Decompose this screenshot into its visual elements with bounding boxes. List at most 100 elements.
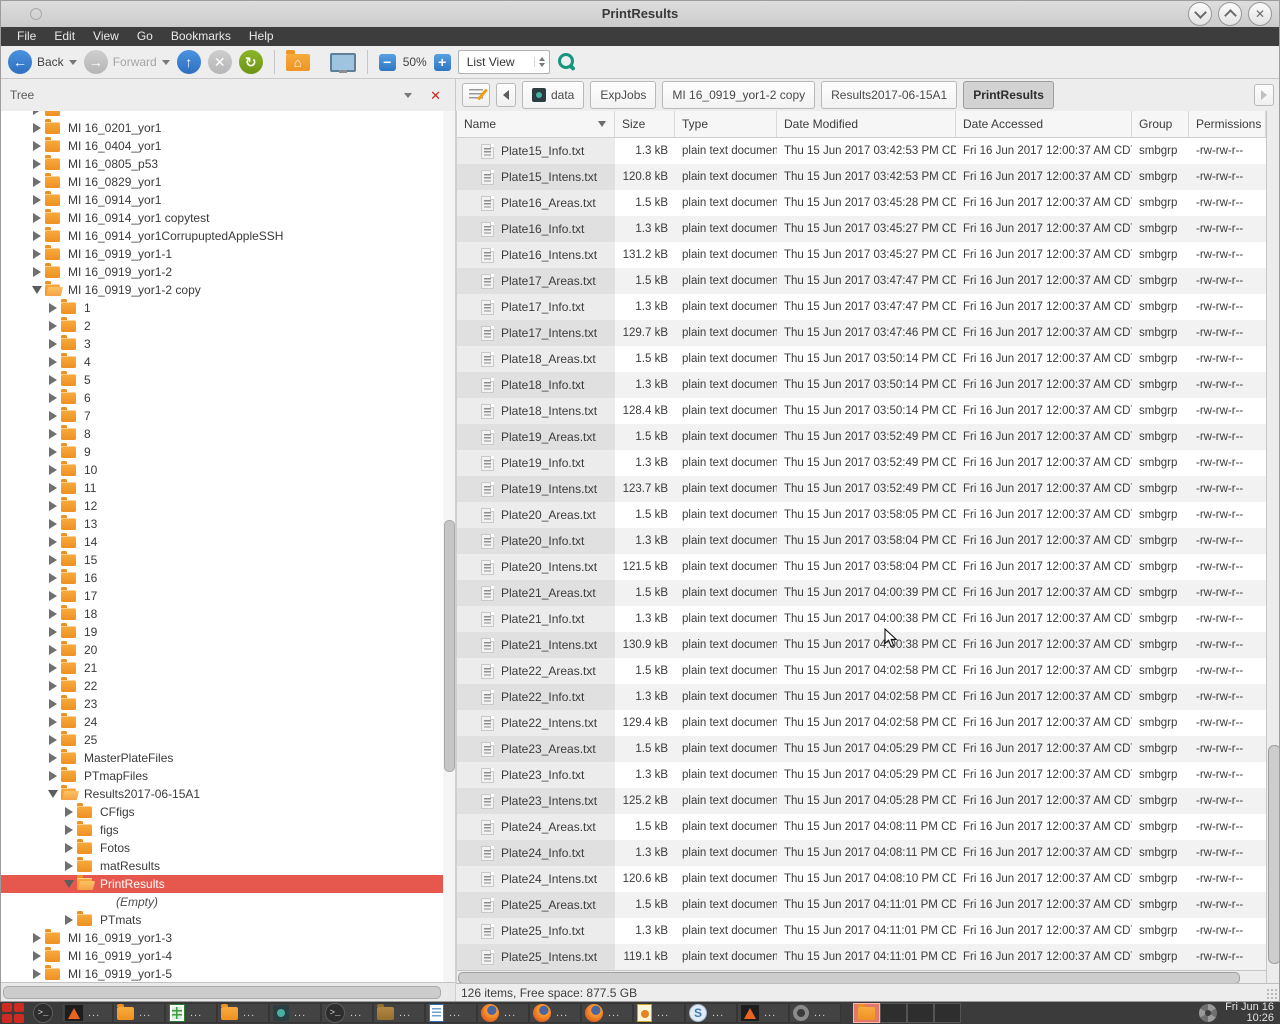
tree-item-mi-16-0919-yor1-3[interactable]: MI 16_0919_yor1-3 (1, 929, 443, 947)
tree-item-mi-16-0914-yor1[interactable]: MI 16_0914_yor1 (1, 191, 443, 209)
tree-expander[interactable] (29, 933, 45, 943)
tree-item-matresults[interactable]: matResults (1, 857, 443, 875)
tree-expander[interactable] (45, 519, 61, 529)
minimize-button[interactable] (1188, 2, 1212, 26)
tree-item-2[interactable]: 2 (1, 317, 443, 335)
tree-horizontal-scrollbar[interactable] (1, 982, 455, 1002)
tree-item-9[interactable]: 9 (1, 443, 443, 461)
tree-expander[interactable] (45, 465, 61, 475)
tree-item-8[interactable]: 8 (1, 425, 443, 443)
tree-item-21[interactable]: 21 (1, 659, 443, 677)
resize-grip[interactable] (1266, 988, 1278, 1000)
tree-item-1[interactable]: 1 (1, 299, 443, 317)
file-row-plate18-info-txt[interactable]: Plate18_Info.txt1.3 kBplain text documen… (457, 372, 1266, 398)
file-row-plate20-intens-txt[interactable]: Plate20_Intens.txt121.5 kBplain text doc… (457, 554, 1266, 580)
file-row-plate21-info-txt[interactable]: Plate21_Info.txt1.3 kBplain text documen… (457, 606, 1266, 632)
tree-expander[interactable] (45, 645, 61, 655)
tree-item-figs[interactable]: figs (1, 821, 443, 839)
menu-item-view[interactable]: View (84, 27, 128, 46)
zoom-in-button[interactable]: + (434, 54, 451, 71)
tree-item-mi-16-0404-yor1[interactable]: MI 16_0404_yor1 (1, 137, 443, 155)
tree-expander[interactable] (45, 501, 61, 511)
file-row-plate24-info-txt[interactable]: Plate24_Info.txt1.3 kBplain text documen… (457, 840, 1266, 866)
tree-expander[interactable] (29, 231, 45, 241)
sidebar-switcher-dropdown[interactable] (404, 93, 412, 98)
taskbar-window-button[interactable]: ... (737, 1003, 789, 1023)
taskbar-window-button[interactable]: ... (529, 1003, 581, 1023)
tree-expander[interactable] (45, 573, 61, 583)
tree-item-7[interactable]: 7 (1, 407, 443, 425)
breadcrumb-expjobs[interactable]: ExpJobs (590, 81, 656, 109)
tree-expander[interactable] (45, 771, 61, 781)
taskbar-window-button[interactable]: >_... (321, 1003, 373, 1023)
tree-item-masterplatefiles[interactable]: MasterPlateFiles (1, 749, 443, 767)
tree-expander[interactable] (29, 267, 45, 277)
file-row-plate18-intens-txt[interactable]: Plate18_Intens.txt128.4 kBplain text doc… (457, 398, 1266, 424)
file-row-plate19-info-txt[interactable]: Plate19_Info.txt1.3 kBplain text documen… (457, 450, 1266, 476)
tree-item-10[interactable]: 10 (1, 461, 443, 479)
tree-expander[interactable] (29, 286, 45, 294)
refresh-button[interactable]: ↻ (239, 50, 263, 74)
tree-expander[interactable] (45, 735, 61, 745)
file-row-plate24-areas-txt[interactable]: Plate24_Areas.txt1.5 kBplain text docume… (457, 814, 1266, 840)
file-vertical-scrollbar[interactable] (1266, 111, 1280, 983)
file-row-plate24-intens-txt[interactable]: Plate24_Intens.txt120.6 kBplain text doc… (457, 866, 1266, 892)
file-row-plate17-intens-txt[interactable]: Plate17_Intens.txt129.7 kBplain text doc… (457, 320, 1266, 346)
breadcrumb-scroll-right-button[interactable] (1254, 84, 1274, 106)
tree-expander[interactable] (45, 411, 61, 421)
toggle-location-entry-button[interactable] (462, 83, 490, 107)
breadcrumb-printresults[interactable]: PrintResults (963, 81, 1054, 109)
file-row-plate25-intens-txt[interactable]: Plate25_Intens.txt119.1 kBplain text doc… (457, 944, 1266, 970)
tree-item-mi-16-0829-yor1[interactable]: MI 16_0829_yor1 (1, 173, 443, 191)
tree-vertical-scrollbar[interactable] (443, 111, 455, 982)
file-row-plate23-info-txt[interactable]: Plate23_Info.txt1.3 kBplain text documen… (457, 762, 1266, 788)
sidebar-close-button[interactable]: ✕ (430, 89, 441, 102)
close-button[interactable]: ✕ (1248, 2, 1272, 26)
menu-item-go[interactable]: Go (128, 27, 162, 46)
taskbar-window-button[interactable]: ... (61, 1003, 113, 1023)
file-row-plate15-info-txt[interactable]: Plate15_Info.txt1.3 kBplain text documen… (457, 138, 1266, 164)
maximize-button[interactable] (1218, 2, 1242, 26)
tree-expander[interactable] (29, 141, 45, 151)
tree-item-19[interactable]: 19 (1, 623, 443, 641)
workspace-1[interactable] (853, 1003, 880, 1023)
file-row-plate22-info-txt[interactable]: Plate22_Info.txt1.3 kBplain text documen… (457, 684, 1266, 710)
file-horizontal-scrollbar[interactable] (457, 970, 1266, 983)
file-row-plate16-areas-txt[interactable]: Plate16_Areas.txt1.5 kBplain text docume… (457, 190, 1266, 216)
tree-item-4[interactable]: 4 (1, 353, 443, 371)
tree-expander[interactable] (45, 393, 61, 403)
tree-item-18[interactable]: 18 (1, 605, 443, 623)
column-header-date-accessed[interactable]: Date Accessed (956, 111, 1132, 137)
tree-expander[interactable] (45, 447, 61, 457)
file-row-plate15-intens-txt[interactable]: Plate15_Intens.txt120.8 kBplain text doc… (457, 164, 1266, 190)
tree-item-25[interactable]: 25 (1, 731, 443, 749)
file-row-plate20-areas-txt[interactable]: Plate20_Areas.txt1.5 kBplain text docume… (457, 502, 1266, 528)
scrollbar-thumb[interactable] (1268, 745, 1280, 964)
back-button[interactable]: ← Back (8, 50, 77, 74)
tree-expander[interactable] (45, 591, 61, 601)
tray-shutter-icon[interactable] (1199, 1004, 1217, 1022)
tree-item-23[interactable]: 23 (1, 695, 443, 713)
tree-expander[interactable] (29, 195, 45, 205)
tree-expander[interactable] (45, 790, 61, 798)
tree-item-14[interactable]: 14 (1, 533, 443, 551)
tree-expander[interactable] (45, 303, 61, 313)
tree-item-17[interactable]: 17 (1, 587, 443, 605)
tree-item-mi-16-0919-yor1-5[interactable]: MI 16_0919_yor1-5 (1, 965, 443, 982)
tree-expander[interactable] (29, 213, 45, 223)
column-header-type[interactable]: Type (675, 111, 777, 137)
home-button[interactable]: ⌂ (286, 54, 310, 71)
taskbar-window-button[interactable]: ... (581, 1003, 633, 1023)
terminal-icon[interactable]: >_ (33, 1003, 53, 1023)
tree-item-mi-16-0914-yor1corrupuptedapplessh[interactable]: MI 16_0914_yor1CorrupuptedAppleSSH (1, 227, 443, 245)
taskbar-window-button[interactable]: ... (633, 1003, 685, 1023)
file-row-plate22-areas-txt[interactable]: Plate22_Areas.txt1.5 kBplain text docume… (457, 658, 1266, 684)
search-button[interactable] (557, 52, 577, 72)
tree-expander[interactable] (29, 111, 45, 115)
tree-item-3[interactable]: 3 (1, 335, 443, 353)
file-row-plate17-info-txt[interactable]: Plate17_Info.txt1.3 kBplain text documen… (457, 294, 1266, 320)
file-row-plate25-areas-txt[interactable]: Plate25_Areas.txt1.5 kBplain text docume… (457, 892, 1266, 918)
view-mode-select[interactable]: List View (458, 50, 550, 74)
file-row-plate21-intens-txt[interactable]: Plate21_Intens.txt130.9 kBplain text doc… (457, 632, 1266, 658)
file-row-plate23-areas-txt[interactable]: Plate23_Areas.txt1.5 kBplain text docume… (457, 736, 1266, 762)
